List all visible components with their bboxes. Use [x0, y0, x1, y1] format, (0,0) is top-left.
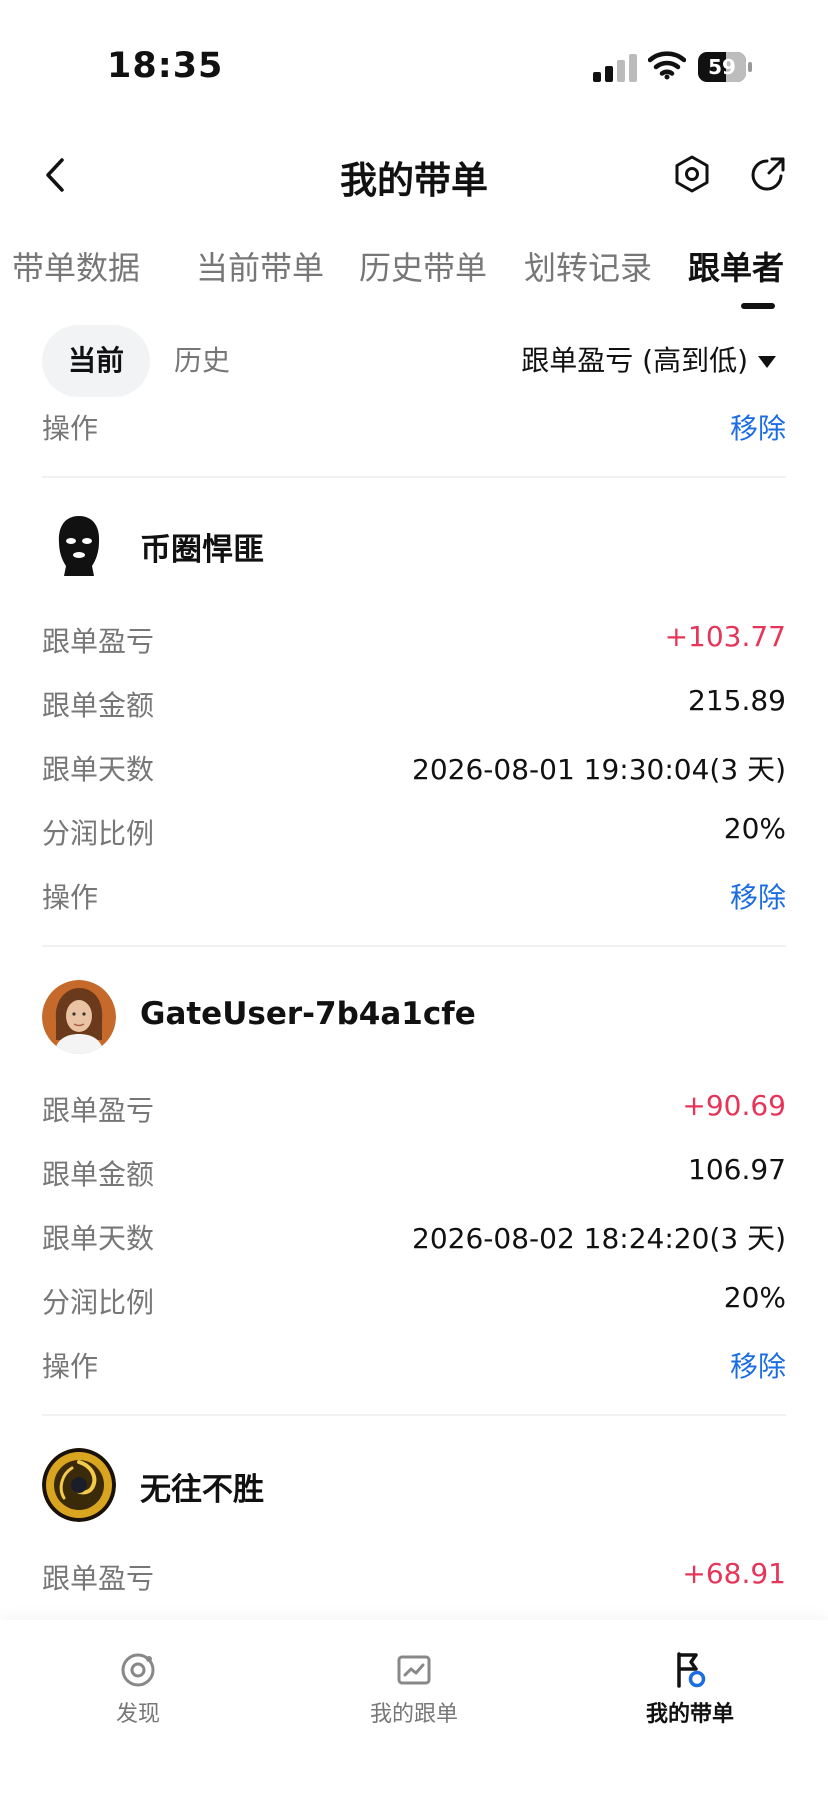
battery-icon: 59 [698, 52, 753, 82]
follower-name: 无往不胜 [140, 1472, 264, 1508]
row-label: 分润比例 [42, 1286, 155, 1319]
nav-discover[interactable]: 发现 [58, 1650, 218, 1728]
status-bar: 18:35 59 [0, 0, 828, 120]
nav-my-lead[interactable]: 我的带单 [610, 1650, 770, 1728]
follower-header: 币圈悍匪 [42, 508, 786, 588]
wifi-icon [648, 51, 686, 80]
detail-row: 跟单盈亏 +103.77 [42, 620, 786, 670]
divider [42, 945, 786, 947]
pnl-value: +68.91 [682, 1557, 786, 1590]
person-photo-avatar-icon[interactable] [42, 980, 116, 1054]
cellular-signal-icon [593, 54, 637, 82]
detail-row: 跟单盈亏 +68.91 [42, 1557, 786, 1607]
detail-row: 分润比例 20% [42, 1281, 786, 1331]
follower-name: GateUser-7b4a1cfe [140, 996, 476, 1032]
status-time: 18:35 [107, 46, 224, 86]
row-label: 跟单金额 [42, 1158, 155, 1191]
row-label: 分润比例 [42, 817, 155, 850]
row-label: 跟单天数 [42, 1222, 155, 1255]
row-label: 操作 [42, 1350, 99, 1383]
gold-emblem-avatar-icon[interactable] [42, 1448, 116, 1522]
remove-button[interactable]: 移除 [730, 407, 786, 447]
tab-current-copy[interactable]: 当前带单 [196, 243, 324, 289]
remove-button[interactable]: 移除 [730, 1345, 786, 1385]
amount-value: 215.89 [688, 684, 786, 717]
days-value: 2026-08-01 19:30:04(3 天) [412, 753, 786, 786]
detail-row: 操作 移除 [42, 876, 786, 926]
amount-value: 106.97 [688, 1153, 786, 1186]
row-label: 跟单盈亏 [42, 1094, 155, 1127]
detail-row: 跟单金额 106.97 [42, 1153, 786, 1203]
pnl-value: +103.77 [664, 620, 786, 653]
segment-history[interactable]: 历史 [148, 325, 256, 397]
header: 我的带单 [0, 130, 828, 220]
pnl-value: +90.69 [682, 1089, 786, 1122]
detail-row: 操作 移除 [42, 1345, 786, 1395]
row-label: 跟单盈亏 [42, 1562, 155, 1595]
tab-transfer-records[interactable]: 划转记录 [524, 243, 652, 289]
row-label: 操作 [42, 881, 99, 914]
chart-icon [397, 1655, 431, 1685]
days-value: 2026-08-02 18:24:20(3 天) [412, 1222, 786, 1255]
row-label: 跟单盈亏 [42, 625, 155, 658]
nav-label: 我的带单 [645, 1702, 734, 1727]
divider [42, 1414, 786, 1416]
tab-followers[interactable]: 跟单者 [688, 243, 784, 289]
detail-row: 跟单盈亏 +90.69 [42, 1089, 786, 1139]
nav-my-follow[interactable]: 我的跟单 [334, 1650, 494, 1728]
profit-share-value: 20% [723, 1281, 786, 1314]
sort-dropdown[interactable]: 跟单盈亏 (高到低) [521, 325, 776, 397]
share-icon[interactable] [748, 154, 788, 194]
active-tab-indicator [741, 303, 775, 309]
remove-button[interactable]: 移除 [730, 876, 786, 916]
flag-icon [677, 1652, 706, 1688]
tab-history-copy[interactable]: 历史带单 [359, 243, 487, 289]
detail-row: 跟单金额 215.89 [42, 684, 786, 734]
battery-level: 59 [708, 55, 736, 79]
row-label: 跟单天数 [42, 753, 155, 786]
tab-copy-data[interactable]: 带单数据 [12, 243, 140, 289]
filter-row: 当前 历史 跟单盈亏 (高到低) [0, 325, 828, 400]
profit-share-value: 20% [723, 812, 786, 845]
detail-row: 分润比例 20% [42, 812, 786, 862]
detail-row: 操作 移除 [42, 407, 786, 457]
caret-down-icon [758, 356, 776, 368]
detail-row: 跟单天数 2026-08-02 18:24:20(3 天) [42, 1217, 786, 1267]
discover-icon [121, 1653, 155, 1687]
row-label: 跟单金额 [42, 689, 155, 722]
nav-label: 发现 [115, 1702, 160, 1727]
settings-hexagon-icon[interactable] [672, 154, 712, 194]
divider [42, 476, 786, 478]
tab-bar: 带单数据 当前带单 历史带单 划转记录 跟单者 [0, 235, 828, 315]
sort-label: 跟单盈亏 (高到低) [521, 344, 748, 377]
balaclava-avatar-icon[interactable] [42, 508, 116, 582]
follower-header: 无往不胜 [42, 1448, 786, 1528]
segment-current[interactable]: 当前 [42, 325, 151, 397]
bottom-nav: 发现 我的跟单 我的带单 [0, 1620, 828, 1801]
nav-label: 我的跟单 [369, 1702, 458, 1727]
detail-row: 跟单天数 2026-08-01 19:30:04(3 天) [42, 748, 786, 798]
follower-header: GateUser-7b4a1cfe [42, 980, 786, 1060]
row-label: 操作 [42, 412, 99, 445]
follower-name: 币圈悍匪 [140, 532, 264, 568]
